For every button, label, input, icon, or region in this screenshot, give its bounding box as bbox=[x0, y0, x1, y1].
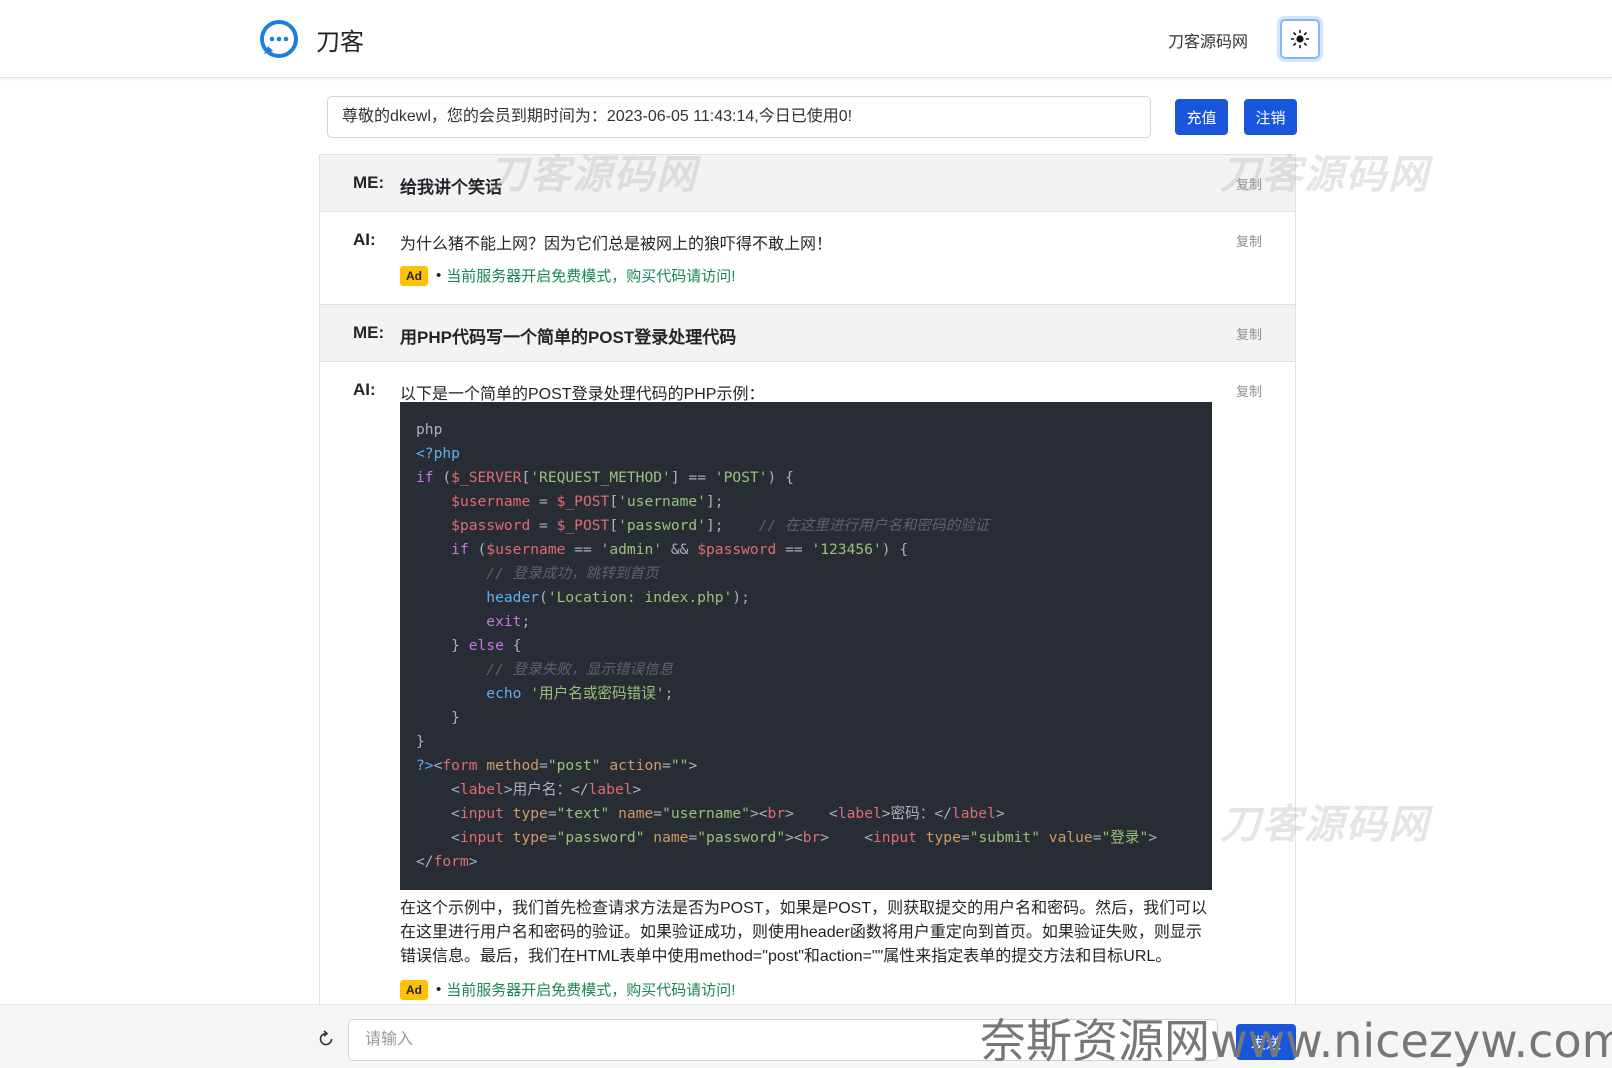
chat-message-ai: AI: 为什么猪不能上网？因为它们总是被网上的狼吓得不敢上网！ 复制 Ad • … bbox=[320, 212, 1295, 305]
ad-notice[interactable]: Ad • 当前服务器开启免费模式，购买代码请访问! bbox=[400, 265, 735, 286]
recharge-button[interactable]: 充值 bbox=[1175, 99, 1228, 135]
message-sender: ME: bbox=[353, 323, 385, 342]
explanation-text: 在这个示例中，我们首先检查请求方法是否为POST，如果是POST，则获取提交的用… bbox=[400, 900, 1208, 965]
bullet-dot: • bbox=[436, 267, 442, 284]
message-sender: AI: bbox=[353, 230, 376, 249]
member-info-field[interactable]: 尊敬的dkewl，您的会员到期时间为：2023-06-05 11:43:14,今… bbox=[327, 96, 1151, 138]
top-navbar: 刀客 刀客源码网 bbox=[0, 0, 1612, 78]
chat-list: ME: 给我讲个笑话 复制 AI: 为什么猪不能上网？因为它们总是被网上的狼吓得… bbox=[319, 154, 1296, 1006]
logout-button[interactable]: 注销 bbox=[1244, 99, 1297, 135]
sun-icon bbox=[1290, 29, 1310, 49]
nav-link-source-site[interactable]: 刀客源码网 bbox=[1168, 28, 1248, 52]
ad-badge: Ad bbox=[400, 979, 428, 1000]
copy-button[interactable]: 复制 bbox=[1236, 231, 1262, 250]
chat-bubble-logo-icon bbox=[260, 20, 298, 58]
message-text: 用PHP代码写一个简单的POST登录处理代码 bbox=[400, 328, 737, 347]
copy-button[interactable]: 复制 bbox=[1236, 174, 1262, 193]
ad-notice[interactable]: Ad • 当前服务器开启免费模式，购买代码请访问! bbox=[400, 979, 735, 1000]
ad-badge: Ad bbox=[400, 265, 428, 286]
copy-button[interactable]: 复制 bbox=[1236, 381, 1262, 400]
prompt-input[interactable] bbox=[348, 1019, 1218, 1061]
brand[interactable]: 刀客 bbox=[258, 18, 364, 60]
brand-name: 刀客 bbox=[316, 28, 364, 56]
chat-message-user: ME: 给我讲个笑话 复制 bbox=[320, 155, 1295, 212]
bullet-dot: • bbox=[436, 981, 442, 998]
message-sender: AI: bbox=[353, 380, 376, 399]
ad-text: 当前服务器开启免费模式，购买代码请访问! bbox=[446, 982, 736, 999]
chat-message-user: ME: 用PHP代码写一个简单的POST登录处理代码 复制 bbox=[320, 305, 1295, 362]
message-sender: ME: bbox=[353, 173, 385, 192]
theme-toggle-button[interactable] bbox=[1280, 19, 1320, 59]
code-block[interactable]: php <?php if ($_SERVER['REQUEST_METHOD']… bbox=[400, 402, 1212, 890]
message-text: 为什么猪不能上网？因为它们总是被网上的狼吓得不敢上网！ bbox=[400, 236, 833, 253]
input-footer: 发送 奈斯资源网www.nicezyw.com bbox=[0, 1004, 1612, 1068]
refresh-icon[interactable] bbox=[316, 1029, 336, 1049]
ad-text: 当前服务器开启免费模式，购买代码请访问! bbox=[446, 268, 736, 285]
message-text: 以下是一个简单的POST登录处理代码的PHP示例： bbox=[400, 386, 765, 403]
message-text: 给我讲个笑话 bbox=[400, 178, 502, 197]
send-button[interactable]: 发送 bbox=[1236, 1024, 1296, 1060]
copy-button[interactable]: 复制 bbox=[1236, 324, 1262, 343]
chat-message-ai: AI: 以下是一个简单的POST登录处理代码的PHP示例： 复制 php <?p… bbox=[320, 362, 1295, 1006]
